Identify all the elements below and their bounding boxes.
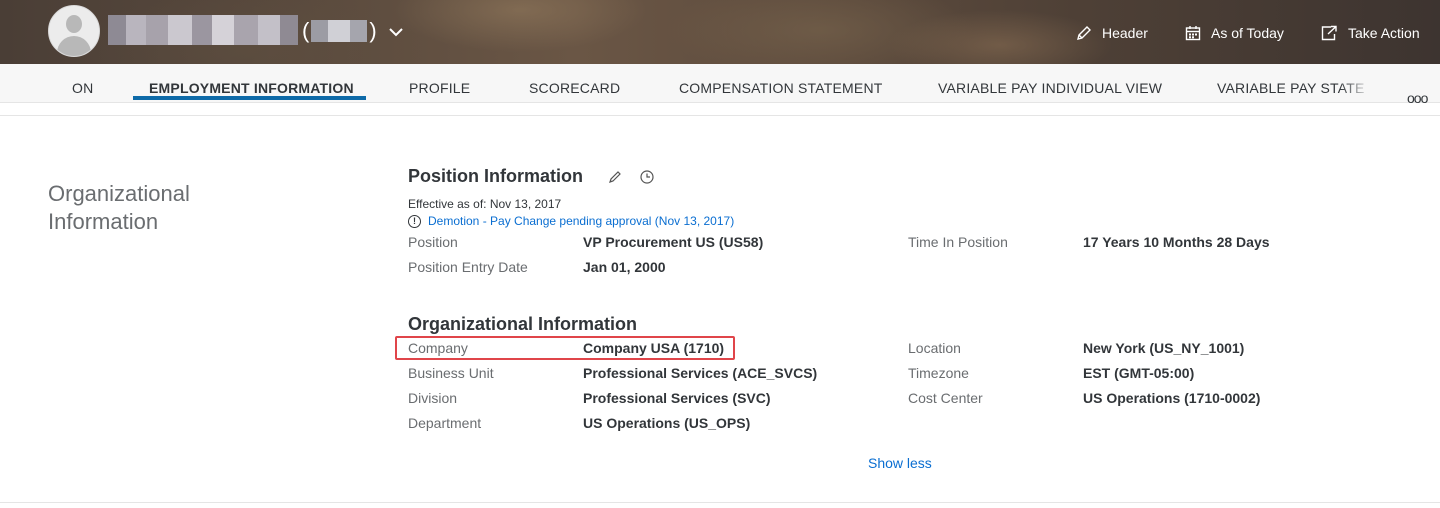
department-label: Department (408, 415, 482, 431)
cost-center-label: Cost Center (908, 390, 983, 406)
timezone-value: EST (GMT-05:00) (1083, 365, 1195, 381)
section-title: Organizational Information (48, 181, 190, 234)
organizational-information-title: Organizational Information (408, 314, 638, 334)
header-button[interactable]: Header (1076, 22, 1148, 44)
business-unit-label: Business Unit (408, 365, 494, 381)
pending-approval-text: Demotion - Pay Change pending approval (… (428, 214, 735, 228)
share-arrow-icon (1321, 25, 1337, 41)
as-of-today-label: As of Today (1211, 25, 1284, 41)
position-label: Position (408, 234, 458, 250)
header-button-label: Header (1102, 25, 1148, 41)
location-label: Location (908, 340, 961, 356)
employee-id-open: ( (302, 18, 310, 43)
take-action-button[interactable]: Take Action (1321, 22, 1420, 44)
bottom-divider (0, 502, 1440, 503)
tab-truncated[interactable]: ON (72, 64, 93, 102)
avatar-body (57, 36, 91, 56)
alert-icon: ! (408, 214, 421, 228)
division-label: Division (408, 390, 458, 406)
division-value: Professional Services (SVC) (583, 390, 771, 406)
pencil-icon (1077, 26, 1091, 40)
section-divider (0, 115, 1440, 116)
as-of-today-button[interactable]: As of Today (1185, 22, 1284, 44)
position-value: VP Procurement US (US58) (583, 234, 764, 250)
tab-scorecard[interactable]: SCORECARD (529, 64, 620, 102)
more-tabs-icon[interactable]: ooo (1407, 90, 1428, 106)
chevron-down-icon[interactable] (386, 22, 406, 42)
department-value: US Operations (US_OPS) (583, 415, 751, 431)
timezone-label: Timezone (908, 365, 969, 381)
employee-id-close: ) (369, 18, 377, 43)
time-in-position-value: 17 Years 10 Months 28 Days (1083, 234, 1270, 250)
avatar-head (66, 15, 82, 33)
effective-date: Effective as of: Nov 13, 2017 (408, 197, 562, 211)
tab-profile[interactable]: PROFILE (409, 64, 470, 102)
pending-approval-link[interactable]: ! Demotion - Pay Change pending approval… (408, 214, 734, 228)
active-tab-indicator (133, 96, 366, 100)
company-label: Company (408, 340, 468, 356)
tab-overflow-fade (1340, 64, 1380, 102)
cost-center-value: US Operations (1710-0002) (1083, 390, 1261, 406)
employee-id-redacted (311, 20, 368, 42)
tab-compensation-statement[interactable]: COMPENSATION STATEMENT (679, 64, 883, 102)
position-entry-date-label: Position Entry Date (408, 259, 528, 275)
show-less-link[interactable]: Show less (868, 455, 932, 471)
company-value: Company USA (1710) (583, 340, 725, 356)
take-action-label: Take Action (1348, 25, 1420, 41)
position-information-title: Position Information (408, 166, 583, 186)
avatar[interactable] (48, 5, 100, 57)
edit-pencil-icon[interactable] (606, 168, 624, 186)
business-unit-value: Professional Services (ACE_SVCS) (583, 365, 818, 381)
calendar-icon (1185, 26, 1201, 41)
position-entry-date-value: Jan 01, 2000 (583, 259, 666, 275)
employee-name-redacted (108, 15, 298, 45)
history-clock-icon[interactable] (638, 168, 656, 186)
time-in-position-label: Time In Position (908, 234, 1008, 250)
tab-variable-pay-individual-view[interactable]: VARIABLE PAY INDIVIDUAL VIEW (938, 64, 1162, 102)
location-value: New York (US_NY_1001) (1083, 340, 1245, 356)
employee-id: ( ) (302, 16, 377, 46)
